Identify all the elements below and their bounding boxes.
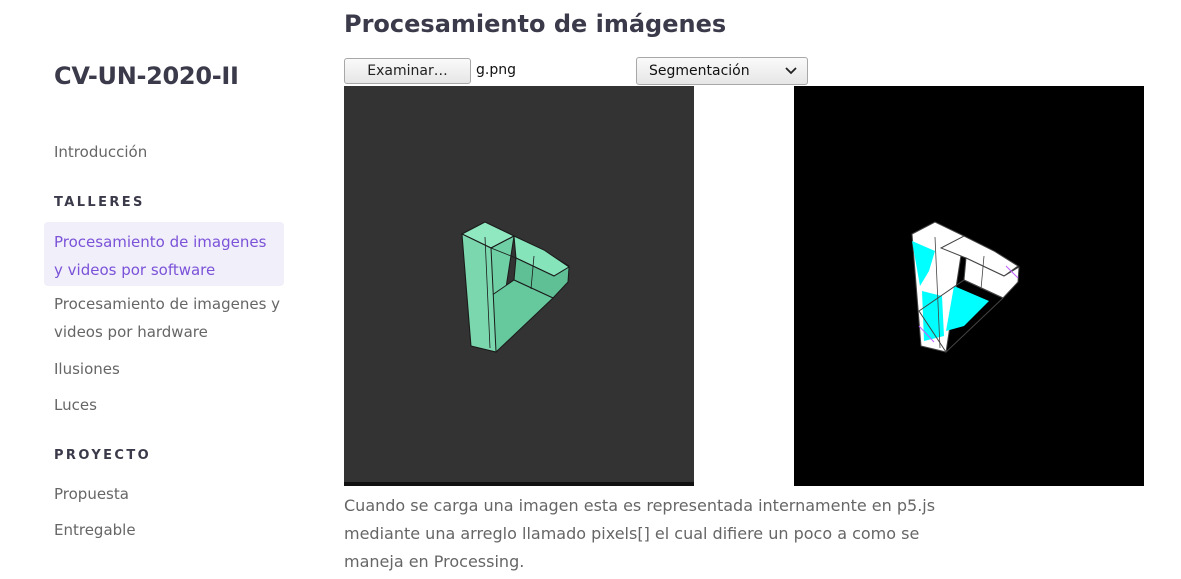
sidebar-item-ilusiones[interactable]: Ilusiones: [54, 360, 120, 378]
sidebar-item-introduccion[interactable]: Introducción: [54, 143, 147, 161]
segmented-image-canvas: [794, 86, 1144, 486]
sidebar-section-talleres: TALLERES: [54, 195, 145, 210]
sidebar-item-propuesta[interactable]: Propuesta: [54, 485, 129, 503]
filter-select-value: Segmentación: [649, 63, 750, 79]
segmented-triangle-image: [911, 221, 1020, 353]
page-title: Procesamiento de imágenes: [344, 10, 727, 38]
description-paragraph: Cuando se carga una imagen esta es repre…: [344, 496, 936, 571]
file-browse-button[interactable]: Examinar…: [344, 58, 471, 84]
site-title[interactable]: CV-UN-2020-II: [54, 62, 239, 90]
sidebar-section-proyecto: PROYECTO: [54, 448, 152, 463]
original-image-canvas: [344, 86, 694, 486]
sidebar-item-luces[interactable]: Luces: [54, 396, 97, 414]
sidebar-item-entregable[interactable]: Entregable: [54, 521, 136, 539]
sidebar-item-procesamiento-hardware[interactable]: Procesamiento de imagenes y videos por h…: [54, 290, 284, 346]
sidebar-item-procesamiento-software[interactable]: Procesamiento de imagenes y videos por s…: [44, 222, 284, 286]
impossible-triangle-image: [460, 221, 570, 353]
file-name-label: g.png: [476, 62, 516, 78]
chevron-down-icon: [785, 67, 797, 75]
filter-select[interactable]: Segmentación: [636, 57, 808, 85]
